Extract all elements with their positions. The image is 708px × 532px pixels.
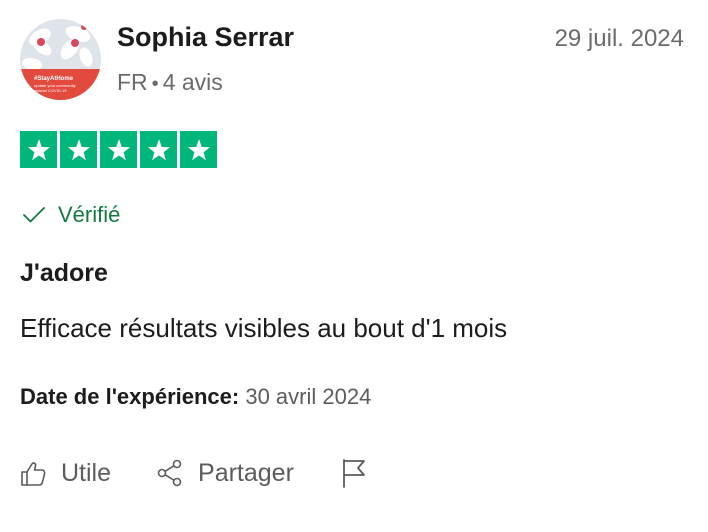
avatar-caption-3: against COVID-19 <box>34 88 67 93</box>
review-actions: Utile Partager <box>20 458 382 488</box>
useful-label: Utile <box>61 458 112 487</box>
reviewer-review-count: 4 avis <box>162 69 223 95</box>
useful-button[interactable]: Utile <box>20 459 111 488</box>
review-date: 29 juil. 2024 <box>554 25 684 52</box>
reviewer-name[interactable]: Sophia Serrar <box>117 22 294 53</box>
avatar-caption-1: #StayAtHome <box>34 76 74 82</box>
report-button[interactable] <box>340 458 382 488</box>
review-title: J'adore <box>20 259 108 287</box>
experience-date: Date de l'expérience: 30 avril 2024 <box>20 384 371 410</box>
verified-label: Vérifié <box>58 202 121 227</box>
reviewer-country: FR <box>117 69 148 95</box>
share-label: Partager <box>198 458 294 487</box>
avatar[interactable]: #StayAtHome update your community agains… <box>20 19 101 100</box>
experience-date-label: Date de l'expérience: <box>20 384 240 409</box>
star-icon <box>60 131 97 168</box>
share-button[interactable]: Partager <box>156 459 294 488</box>
checkmark-icon <box>23 207 45 223</box>
star-icon <box>180 131 217 168</box>
reviewer-meta: FR • 4 avis <box>117 69 223 96</box>
star-icon <box>140 131 177 168</box>
review-body: Efficace résultats visibles au bout d'1 … <box>20 313 508 343</box>
thumbs-up-icon <box>21 461 46 486</box>
star-icon <box>100 131 137 168</box>
meta-separator: • <box>151 73 159 95</box>
verified-badge[interactable]: Vérifié <box>22 202 120 228</box>
star-icon <box>20 131 57 168</box>
share-icon <box>157 459 182 487</box>
flag-icon <box>343 459 365 488</box>
experience-date-value: 30 avril 2024 <box>245 384 372 409</box>
star-rating <box>20 131 217 168</box>
